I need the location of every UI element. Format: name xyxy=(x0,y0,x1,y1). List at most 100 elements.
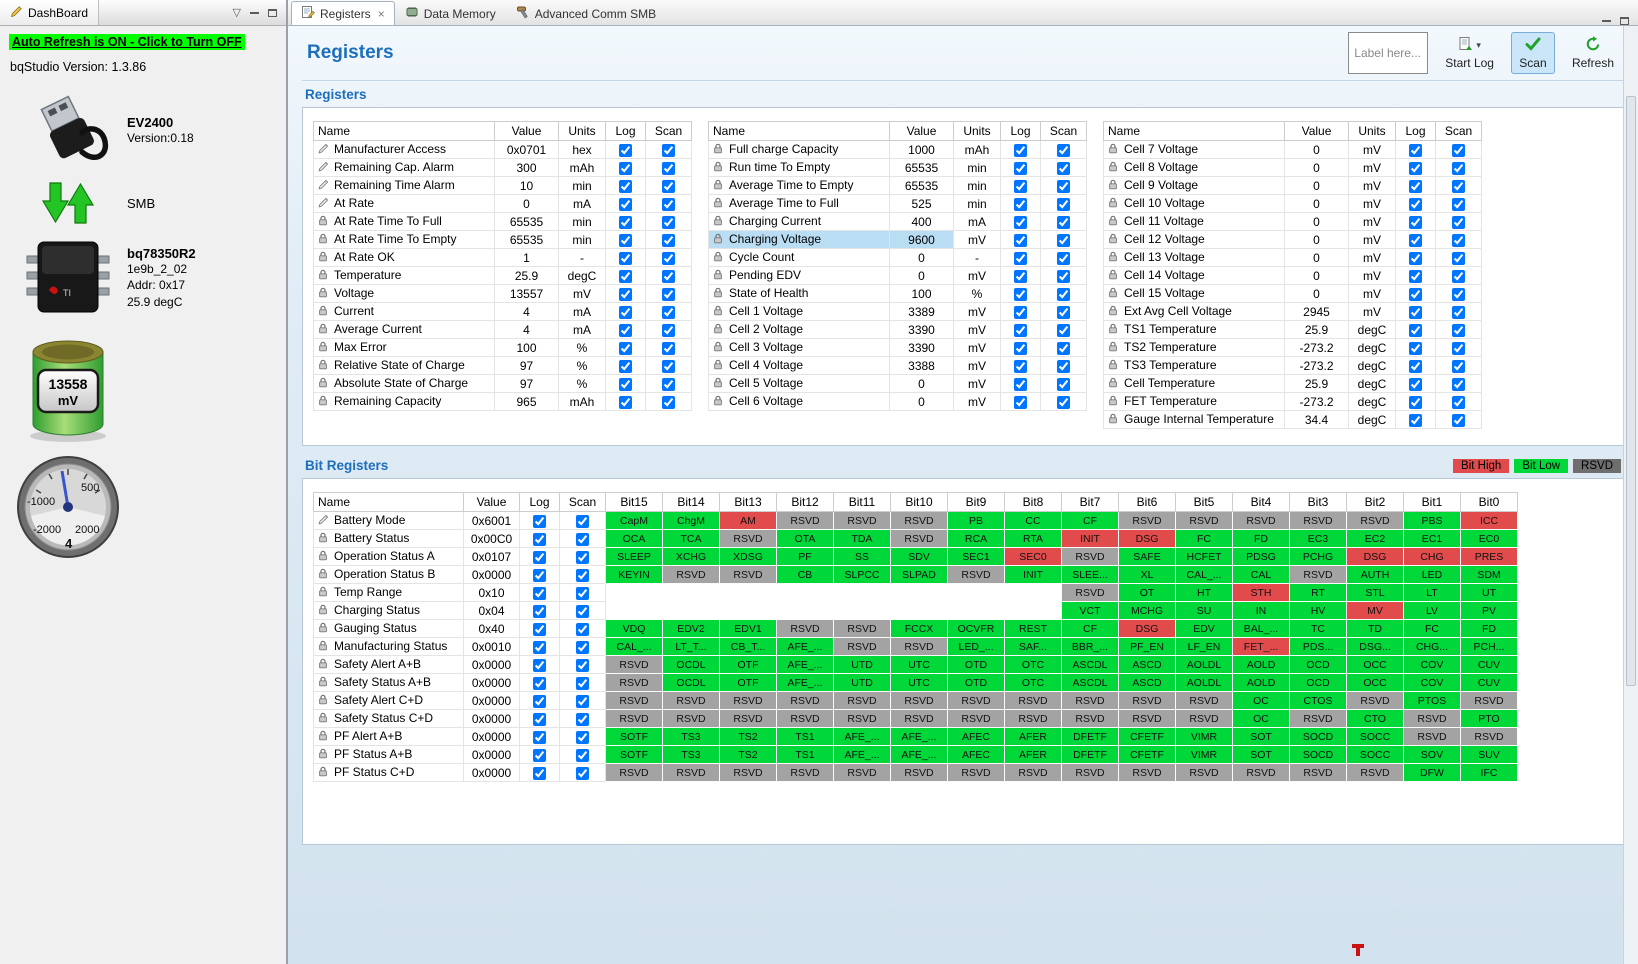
log-checkbox[interactable] xyxy=(1014,323,1027,337)
log-checkbox[interactable] xyxy=(619,359,632,373)
scan-checkbox[interactable] xyxy=(1452,413,1465,427)
scan-checkbox[interactable] xyxy=(576,532,589,546)
log-checkbox[interactable] xyxy=(619,215,632,229)
scan-checkbox[interactable] xyxy=(662,215,675,229)
scan-checkbox[interactable] xyxy=(576,568,589,582)
scan-checkbox[interactable] xyxy=(1057,359,1070,373)
scan-checkbox[interactable] xyxy=(1452,179,1465,193)
register-row[interactable]: Remaining Capacity 965 mAh xyxy=(313,392,692,411)
bit-register-row[interactable]: PF Status A+B 0x0000 SOTF TS3 TS2 TS1 AFE_... A… xyxy=(313,745,1518,764)
scan-checkbox[interactable] xyxy=(1057,179,1070,193)
register-row[interactable]: Cell 10 Voltage 0 mV xyxy=(1103,194,1482,213)
log-checkbox[interactable] xyxy=(1014,179,1027,193)
scan-checkbox[interactable] xyxy=(662,251,675,265)
log-checkbox[interactable] xyxy=(619,233,632,247)
log-checkbox[interactable] xyxy=(619,287,632,301)
register-row[interactable]: Voltage 13557 mV xyxy=(313,284,692,303)
tab-data-memory[interactable]: Data Memory xyxy=(395,1,506,25)
register-row[interactable]: Cell 8 Voltage 0 mV xyxy=(1103,158,1482,177)
log-checkbox[interactable] xyxy=(533,730,546,744)
register-row[interactable]: Temperature 25.9 degC xyxy=(313,266,692,285)
scan-checkbox[interactable] xyxy=(576,514,589,528)
scan-checkbox[interactable] xyxy=(1452,377,1465,391)
scan-checkbox[interactable] xyxy=(1057,341,1070,355)
scan-checkbox[interactable] xyxy=(1452,197,1465,211)
log-checkbox[interactable] xyxy=(619,143,632,157)
scan-checkbox[interactable] xyxy=(1452,161,1465,175)
register-row[interactable]: Gauge Internal Temperature 34.4 degC xyxy=(1103,410,1482,429)
log-checkbox[interactable] xyxy=(533,766,546,780)
bit-register-row[interactable]: Charging Status 0x04 VCT MCHG SU IN HV MV LV PV xyxy=(313,601,1518,620)
scan-checkbox[interactable] xyxy=(576,676,589,690)
minimize-icon[interactable] xyxy=(250,11,259,14)
log-checkbox[interactable] xyxy=(1409,251,1422,265)
start-log-button[interactable]: ▾ Start Log xyxy=(1437,32,1502,74)
register-row[interactable]: Full charge Capacity 1000 mAh xyxy=(708,140,1087,159)
scan-checkbox[interactable] xyxy=(1452,359,1465,373)
scan-checkbox[interactable] xyxy=(1452,395,1465,409)
scan-checkbox[interactable] xyxy=(662,197,675,211)
log-checkbox[interactable] xyxy=(619,179,632,193)
register-row[interactable]: Cell 5 Voltage 0 mV xyxy=(708,374,1087,393)
log-checkbox[interactable] xyxy=(1409,305,1422,319)
log-checkbox[interactable] xyxy=(1014,305,1027,319)
log-checkbox[interactable] xyxy=(1014,251,1027,265)
register-row[interactable]: Manufacturer Access 0x0701 hex xyxy=(313,140,692,159)
scan-checkbox[interactable] xyxy=(1452,215,1465,229)
bit-register-row[interactable]: Safety Status A+B 0x0000 RSVD OCDL OTF AFE_..… xyxy=(313,673,1518,692)
register-row[interactable]: Current 4 mA xyxy=(313,302,692,321)
scan-checkbox[interactable] xyxy=(1057,395,1070,409)
scan-checkbox[interactable] xyxy=(1452,251,1465,265)
scan-checkbox[interactable] xyxy=(1057,143,1070,157)
scan-checkbox[interactable] xyxy=(576,712,589,726)
bit-register-row[interactable]: Operation Status A 0x0107 SLEEP XCHG XDSG PF S… xyxy=(313,547,1518,566)
scan-checkbox[interactable] xyxy=(576,586,589,600)
scan-checkbox[interactable] xyxy=(662,341,675,355)
register-row[interactable]: Cell 14 Voltage 0 mV xyxy=(1103,266,1482,285)
log-checkbox[interactable] xyxy=(1014,215,1027,229)
register-row[interactable]: Cell 15 Voltage 0 mV xyxy=(1103,284,1482,303)
log-checkbox[interactable] xyxy=(1014,161,1027,175)
register-row[interactable]: Cell 4 Voltage 3388 mV xyxy=(708,356,1087,375)
register-row[interactable]: Average Time to Empty 65535 min xyxy=(708,176,1087,195)
scan-checkbox[interactable] xyxy=(1452,269,1465,283)
register-row[interactable]: Cell Temperature 25.9 degC xyxy=(1103,374,1482,393)
scan-checkbox[interactable] xyxy=(1057,161,1070,175)
log-label-input[interactable] xyxy=(1348,32,1429,74)
register-row[interactable]: Average Current 4 mA xyxy=(313,320,692,339)
register-row[interactable]: Cell 7 Voltage 0 mV xyxy=(1103,140,1482,159)
scan-checkbox[interactable] xyxy=(662,377,675,391)
scan-checkbox[interactable] xyxy=(1452,323,1465,337)
tab-dashboard[interactable]: DashBoard xyxy=(0,0,100,25)
register-row[interactable]: At Rate OK 1- xyxy=(313,248,692,267)
scan-checkbox[interactable] xyxy=(662,269,675,283)
log-checkbox[interactable] xyxy=(1409,233,1422,247)
register-row[interactable]: Remaining Time Alarm 10 min xyxy=(313,176,692,195)
scan-checkbox[interactable] xyxy=(576,730,589,744)
register-row[interactable]: Cell 1 Voltage 3389 mV xyxy=(708,302,1087,321)
minimize-editor-icon[interactable] xyxy=(1602,20,1611,22)
scan-checkbox[interactable] xyxy=(662,233,675,247)
log-checkbox[interactable] xyxy=(1014,359,1027,373)
log-checkbox[interactable] xyxy=(533,622,546,636)
register-row[interactable]: Run time To Empty 65535 min xyxy=(708,158,1087,177)
scan-checkbox[interactable] xyxy=(576,550,589,564)
register-row[interactable]: Cell 11 Voltage 0 mV xyxy=(1103,212,1482,231)
log-checkbox[interactable] xyxy=(1014,287,1027,301)
scan-checkbox[interactable] xyxy=(1057,305,1070,319)
scan-checkbox[interactable] xyxy=(662,161,675,175)
scan-checkbox[interactable] xyxy=(662,179,675,193)
bit-register-row[interactable]: Safety Alert A+B 0x0000 RSVD OCDL OTF AFE_...… xyxy=(313,655,1518,674)
log-checkbox[interactable] xyxy=(533,604,546,618)
register-row[interactable]: FET Temperature -273.2 degC xyxy=(1103,392,1482,411)
bit-register-row[interactable]: Battery Mode 0x6001 CapM ChgM AM RSVD RSVD RSVD… xyxy=(313,511,1518,530)
log-checkbox[interactable] xyxy=(533,712,546,726)
bit-register-row[interactable]: Gauging Status 0x40 VDQ EDV2 EDV1 RSVD RSVD FCC… xyxy=(313,619,1518,638)
register-row[interactable]: State of Health 100% xyxy=(708,284,1087,303)
scan-checkbox[interactable] xyxy=(1452,143,1465,157)
scan-toggle-button[interactable]: Scan xyxy=(1510,32,1555,74)
register-row[interactable]: Cell 3 Voltage 3390 mV xyxy=(708,338,1087,357)
scan-checkbox[interactable] xyxy=(1452,233,1465,247)
maximize-editor-icon[interactable] xyxy=(1620,17,1629,25)
log-checkbox[interactable] xyxy=(1409,179,1422,193)
